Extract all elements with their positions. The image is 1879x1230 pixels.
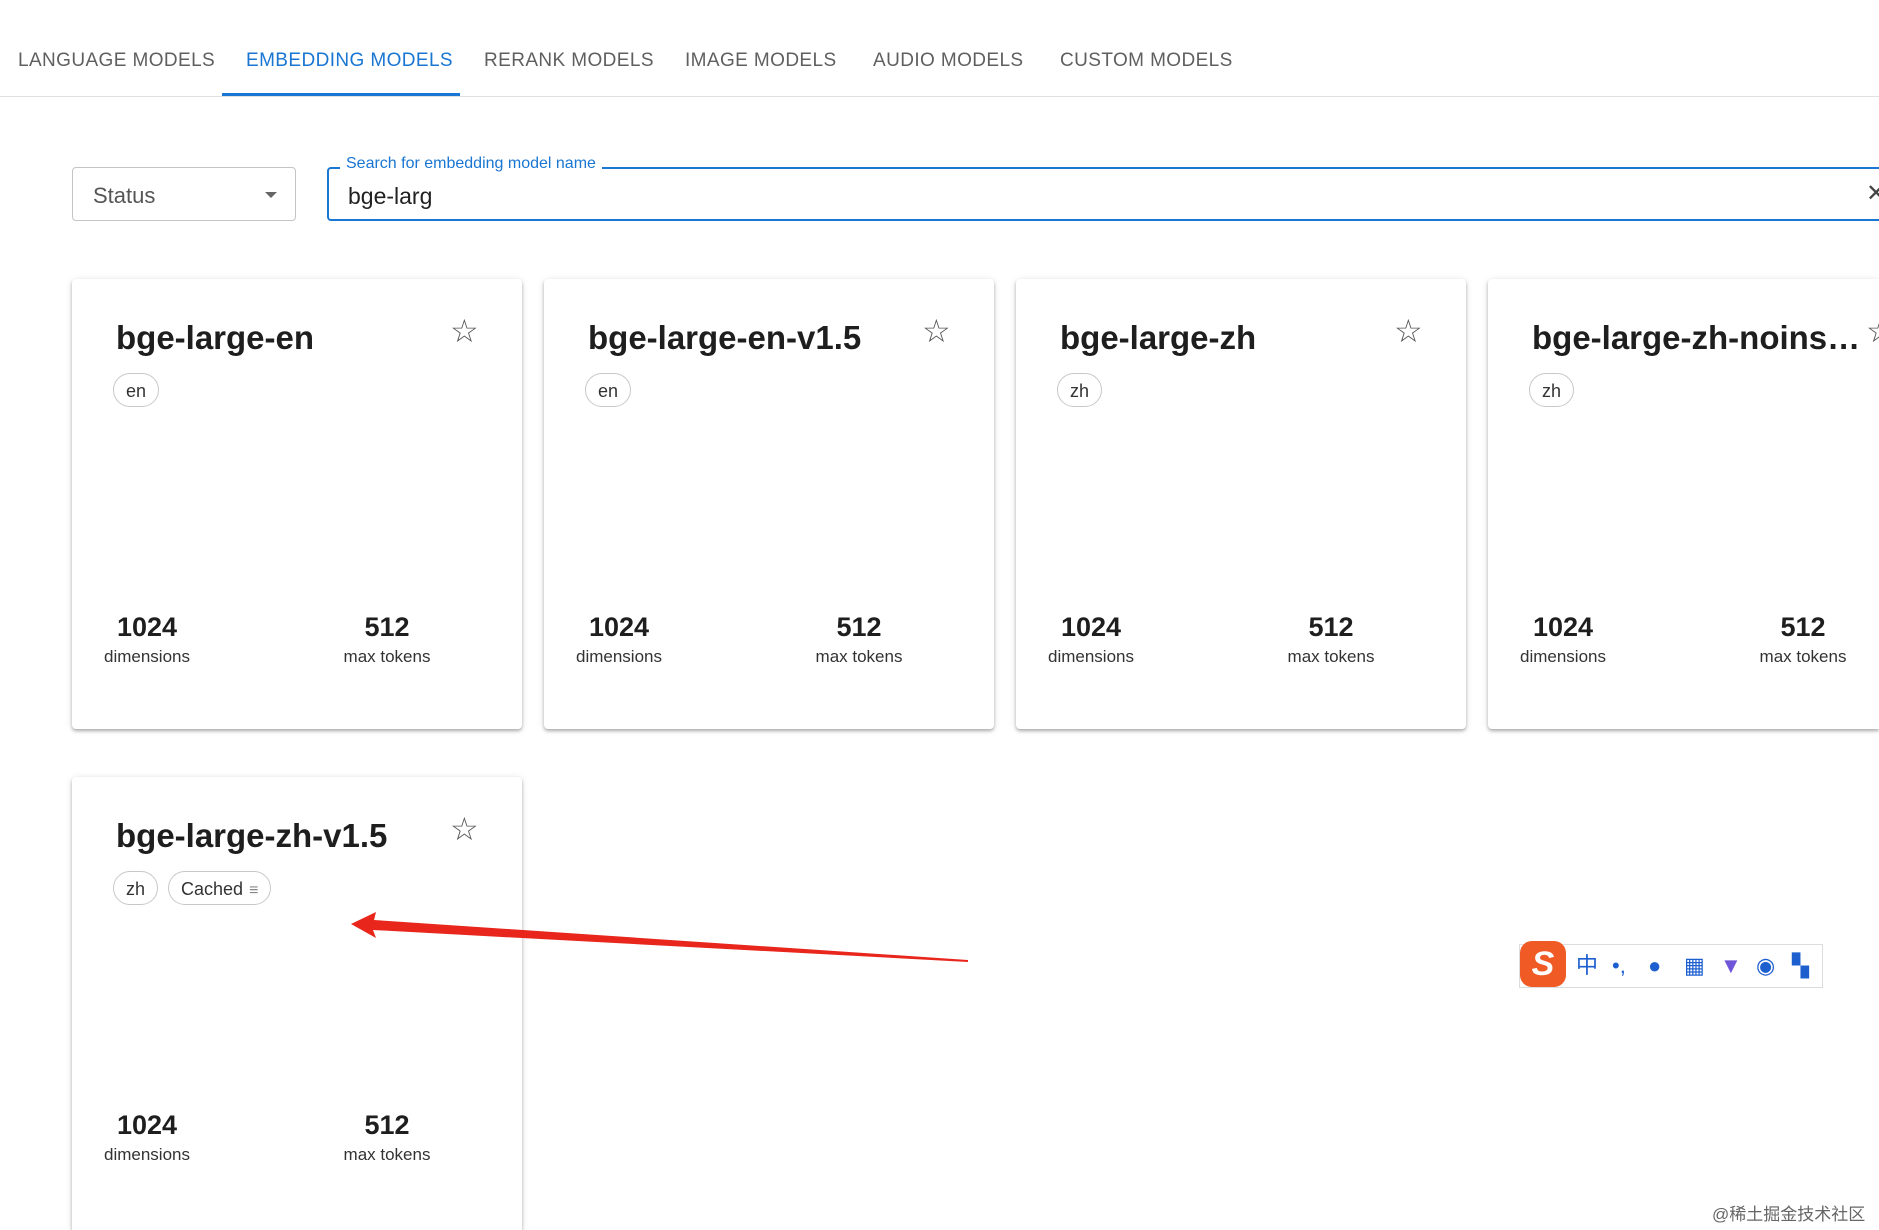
model-card-title: bge-large-zh-noinstruct [1532, 319, 1862, 356]
edit-list-icon: ≡ [249, 882, 259, 899]
ime-chinese-mode[interactable]: 中 [1576, 953, 1598, 979]
model-card-title: bge-large-zh-v1.5 [116, 817, 388, 854]
ime-toolbar[interactable]: S 中 •, ● ▦ ▼ ◉ ▚ [1519, 941, 1823, 988]
search-field-label: Search for embedding model name [340, 155, 602, 173]
tab-audio-models[interactable]: AUDIO MODELS [873, 0, 1024, 97]
watermark: @稀土掘金技术社区 [1712, 1205, 1866, 1224]
max-tokens-value: 512 [364, 1110, 410, 1140]
language-chip: zh [1529, 373, 1575, 407]
dimensions-stat: 1024 dimensions [57, 611, 237, 667]
max-tokens-label: max tokens [815, 647, 903, 666]
model-card[interactable]: bge-large-zh ☆ zh 1024 dimensions 512 ma… [1016, 279, 1466, 729]
tab-rerank-models[interactable]: RERANK MODELS [484, 0, 654, 97]
max-tokens-value: 512 [1780, 612, 1826, 642]
star-icon[interactable]: ☆ [1866, 315, 1879, 347]
star-icon[interactable]: ☆ [450, 315, 479, 347]
dimensions-label: dimensions [1520, 647, 1606, 666]
clear-icon[interactable]: ✕ [1866, 180, 1879, 208]
model-card-chips: zh [1057, 373, 1112, 407]
tab-custom-models[interactable]: CUSTOM MODELS [1060, 0, 1233, 97]
dimensions-value: 1024 [1060, 612, 1122, 642]
model-card-chips: en [113, 373, 169, 407]
model-type-tabs: LANGUAGE MODELS EMBEDDING MODELS RERANK … [0, 0, 1879, 97]
gamepad-icon[interactable]: ◉ [1756, 953, 1775, 979]
dimensions-stat: 1024 dimensions [1473, 611, 1653, 667]
tab-language-models[interactable]: LANGUAGE MODELS [18, 0, 215, 97]
max-tokens-stat: 512 max tokens [769, 611, 949, 667]
ime-punctuation[interactable]: •, [1612, 953, 1626, 979]
dimensions-value: 1024 [116, 1110, 178, 1140]
language-chip: zh [1057, 373, 1103, 407]
dimensions-stat: 1024 dimensions [529, 611, 709, 667]
max-tokens-label: max tokens [1287, 647, 1375, 666]
dimensions-stat: 1024 dimensions [1001, 611, 1181, 667]
shirt-icon[interactable]: ▼ [1720, 953, 1742, 979]
sogou-logo-icon: S [1520, 941, 1566, 987]
dimensions-stat: 1024 dimensions [57, 1109, 237, 1165]
model-card-title: bge-large-zh [1060, 319, 1257, 356]
model-card-title: bge-large-en-v1.5 [588, 319, 862, 356]
dimensions-label: dimensions [576, 647, 662, 666]
max-tokens-value: 512 [836, 612, 882, 642]
dimensions-value: 1024 [1532, 612, 1594, 642]
tab-embedding-models[interactable]: EMBEDDING MODELS [246, 0, 453, 97]
model-card-chips: en [585, 373, 641, 407]
star-icon[interactable]: ☆ [922, 315, 951, 347]
dimensions-label: dimensions [104, 647, 190, 666]
status-select[interactable]: Status [72, 167, 296, 221]
language-chip: en [585, 373, 632, 407]
language-chip: en [113, 373, 160, 407]
status-select-label: Status [93, 183, 156, 208]
max-tokens-label: max tokens [343, 647, 431, 666]
model-card[interactable]: bge-large-zh-noinstruct ☆ zh 1024 dimens… [1488, 279, 1879, 729]
dimensions-label: dimensions [1048, 647, 1134, 666]
model-card[interactable]: bge-large-zh-v1.5 ☆ zh Cached ≡ 1024 dimen… [72, 777, 522, 1230]
chevron-down-icon [265, 192, 277, 198]
model-card-title: bge-large-en [116, 319, 315, 356]
search-input[interactable] [348, 181, 1848, 211]
star-icon[interactable]: ☆ [450, 813, 479, 845]
model-card-chips: zh Cached ≡ [113, 871, 281, 905]
model-card[interactable]: bge-large-en ☆ en 1024 dimensions 512 ma… [72, 279, 522, 729]
dimensions-value: 1024 [588, 612, 650, 642]
max-tokens-stat: 512 max tokens [1241, 611, 1421, 667]
max-tokens-stat: 512 max tokens [1713, 611, 1879, 667]
model-card-chips: zh [1529, 373, 1584, 407]
max-tokens-value: 512 [1308, 612, 1354, 642]
cached-chip-label: Cached [181, 879, 244, 899]
cached-chip[interactable]: Cached ≡ [168, 871, 272, 905]
star-icon[interactable]: ☆ [1394, 315, 1423, 347]
tab-image-models[interactable]: IMAGE MODELS [685, 0, 837, 97]
max-tokens-stat: 512 max tokens [297, 611, 477, 667]
max-tokens-stat: 512 max tokens [297, 1109, 477, 1165]
active-tab-indicator [222, 93, 460, 96]
max-tokens-value: 512 [364, 612, 410, 642]
dimensions-value: 1024 [116, 612, 178, 642]
language-chip: zh [113, 871, 159, 905]
keyboard-icon[interactable]: ▦ [1684, 953, 1705, 979]
apps-grid-icon[interactable]: ▚ [1792, 953, 1809, 979]
microphone-icon[interactable]: ● [1648, 953, 1661, 979]
model-card[interactable]: bge-large-en-v1.5 ☆ en 1024 dimensions 5… [544, 279, 994, 729]
max-tokens-label: max tokens [1759, 647, 1847, 666]
max-tokens-label: max tokens [343, 1145, 431, 1164]
dimensions-label: dimensions [104, 1145, 190, 1164]
